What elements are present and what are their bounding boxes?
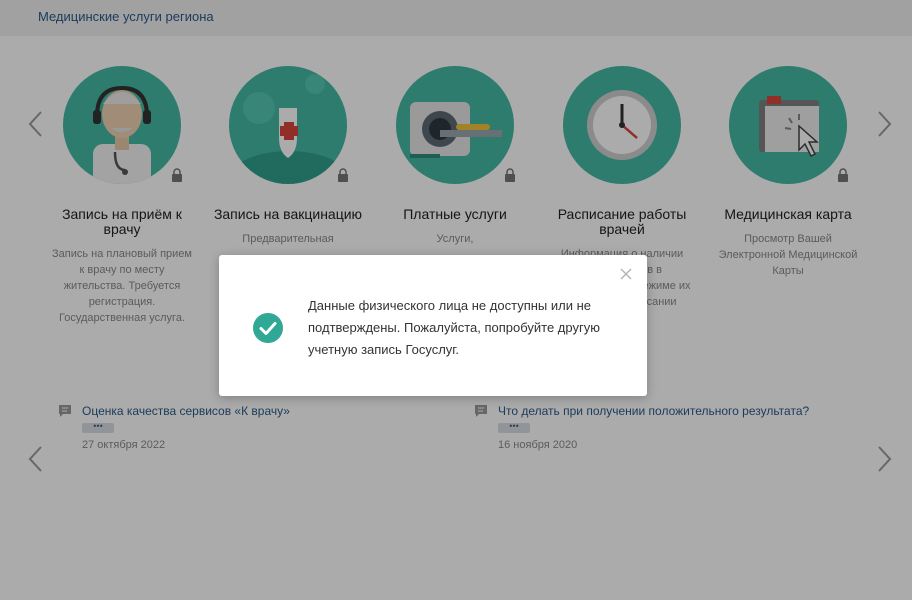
check-circle-icon bbox=[253, 313, 283, 343]
error-dialog: Данные физического лица не доступны или … bbox=[219, 255, 647, 396]
close-icon[interactable] bbox=[619, 267, 633, 281]
dialog-message: Данные физического лица не доступны или … bbox=[308, 298, 600, 357]
